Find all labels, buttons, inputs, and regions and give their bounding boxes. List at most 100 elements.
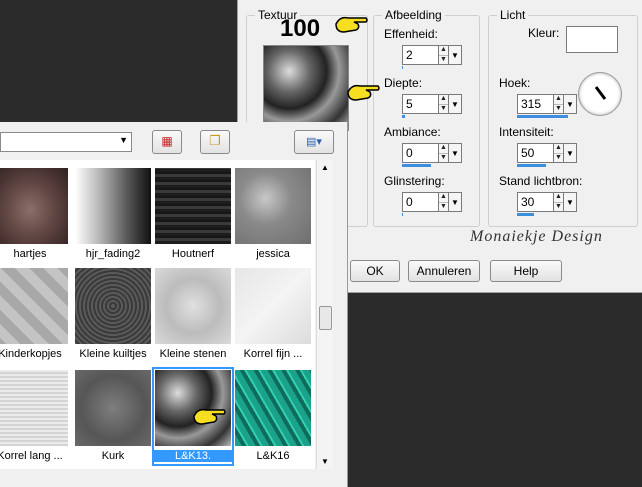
texture-label[interactable]: Korrel fijn ... — [233, 348, 313, 360]
texture-label[interactable]: L&K16 — [233, 450, 313, 462]
texture-label[interactable]: L&K13. — [153, 450, 233, 462]
spin-value[interactable]: 315 — [517, 94, 553, 114]
texture-label[interactable]: Kurk — [73, 450, 153, 462]
texture-presets-icon: ▦ — [161, 134, 173, 148]
texture-thumbnail[interactable] — [75, 168, 151, 244]
texture-thumbnail[interactable] — [0, 268, 68, 344]
texture-label[interactable]: Houtnerf — [153, 248, 233, 260]
field-label: Intensiteit: — [499, 125, 554, 139]
spin-control[interactable]: 0 ▲ ▼ ▼ — [402, 143, 462, 163]
image-group-label: Afbeelding — [382, 8, 445, 22]
spin-control[interactable]: 50 ▲ ▼ ▼ — [517, 143, 577, 163]
spin-control[interactable]: 2 ▲ ▼ ▼ — [402, 45, 462, 65]
texture-thumbnail[interactable] — [0, 168, 68, 244]
arrow-down-icon[interactable]: ▼ — [554, 105, 563, 114]
arrow-up-icon[interactable]: ▲ — [439, 46, 448, 56]
watermark: Monaiekje Design — [470, 228, 603, 245]
texture-thumbnail[interactable] — [155, 168, 231, 244]
thumbnail-grid: hartjes hjr_fading2 Houtnerf jessica Kinderk… — [0, 160, 315, 469]
light-group-label: Licht — [497, 8, 529, 22]
arrow-up-icon[interactable]: ▲ — [439, 95, 448, 105]
arrow-down-icon[interactable]: ▼ — [439, 154, 448, 163]
dropdown-arrow-icon[interactable]: ▼ — [564, 192, 577, 212]
texture-thumbnail[interactable] — [155, 268, 231, 344]
spin-arrows[interactable]: ▲ ▼ — [438, 192, 449, 212]
pointing-hand-icon — [193, 408, 226, 425]
spin-value[interactable]: 2 — [402, 45, 438, 65]
folder-select[interactable]: ▼ — [0, 132, 132, 152]
arrow-up-icon[interactable]: ▲ — [554, 144, 563, 154]
texture-label[interactable]: Kleine kuiltjes — [73, 348, 153, 360]
texture-thumbnail[interactable] — [235, 370, 311, 446]
folder-button[interactable]: ❐ — [200, 130, 230, 154]
field-label: Effenheid: — [384, 27, 438, 41]
spin-arrows[interactable]: ▲ ▼ — [553, 192, 564, 212]
texture-thumbnail[interactable] — [235, 168, 311, 244]
texture-thumbnail[interactable] — [235, 268, 311, 344]
spin-value[interactable]: 50 — [517, 143, 553, 163]
spin-value[interactable]: 5 — [402, 94, 438, 114]
dropdown-arrow-icon[interactable]: ▼ — [564, 94, 577, 114]
dropdown-arrow-icon[interactable]: ▼ — [449, 143, 462, 163]
spin-value[interactable]: 0 — [402, 143, 438, 163]
texture-label[interactable]: Kleine stenen — [153, 348, 233, 360]
arrow-down-icon[interactable]: ▼ — [554, 154, 563, 163]
texture-label[interactable]: Kinderkopjes — [0, 348, 70, 360]
texture-browser: ▼ ▦ ❐ ▤▾ hartjes hjr_fading2 Houtnerf jessi… — [0, 122, 348, 487]
texture-presets-button[interactable]: ▦ — [152, 130, 182, 154]
texture-thumbnail[interactable] — [75, 268, 151, 344]
spin-arrows[interactable]: ▲ ▼ — [438, 94, 449, 114]
chevron-down-icon: ▼ — [119, 135, 128, 145]
spin-arrows[interactable]: ▲ ▼ — [553, 94, 564, 114]
texture-label[interactable]: Korrel lang ... — [0, 450, 70, 462]
spin-control[interactable]: 0 ▲ ▼ ▼ — [402, 192, 462, 212]
value-bar — [517, 164, 546, 167]
arrow-down-icon[interactable]: ▼ — [439, 203, 448, 212]
spin-arrows[interactable]: ▲ ▼ — [438, 143, 449, 163]
help-button[interactable]: Help — [490, 260, 562, 282]
spin-value[interactable]: 30 — [517, 192, 553, 212]
view-options-button[interactable]: ▤▾ — [294, 130, 334, 154]
field-label: Diepte: — [384, 76, 423, 90]
texture-label[interactable]: hjr_fading2 — [73, 248, 153, 260]
field-label: Stand lichtbron: — [499, 174, 583, 188]
spin-arrows[interactable]: ▲ ▼ — [438, 45, 449, 65]
arrow-down-icon[interactable]: ▼ — [439, 56, 448, 65]
texture-label[interactable]: hartjes — [0, 248, 70, 260]
texture-label[interactable]: jessica — [233, 248, 313, 260]
spin-value[interactable]: 0 — [402, 192, 438, 212]
light-color-swatch[interactable] — [566, 26, 618, 53]
dropdown-arrow-icon[interactable]: ▼ — [564, 143, 577, 163]
dial-icon[interactable] — [578, 72, 622, 116]
folder-icon: ❐ — [209, 133, 221, 148]
scroll-up-icon[interactable]: ▲ — [321, 163, 329, 172]
arrow-up-icon[interactable]: ▲ — [554, 193, 563, 203]
vertical-scrollbar[interactable]: ▲ ▼ — [316, 160, 333, 469]
dropdown-arrow-icon[interactable]: ▼ — [449, 45, 462, 65]
dropdown-arrow-icon[interactable]: ▼ — [449, 192, 462, 212]
dropdown-arrow-icon[interactable]: ▼ — [449, 94, 462, 114]
arrow-up-icon[interactable]: ▲ — [439, 144, 448, 154]
value-bar — [402, 66, 403, 69]
arrow-down-icon[interactable]: ▼ — [554, 203, 563, 212]
value-bar — [402, 213, 403, 216]
spin-control[interactable]: 315 ▲ ▼ ▼ — [517, 94, 577, 114]
arrow-down-icon[interactable]: ▼ — [439, 105, 448, 114]
scroll-down-icon[interactable]: ▼ — [321, 457, 329, 466]
value-bar — [517, 213, 534, 216]
cancel-button[interactable]: Annuleren — [408, 260, 480, 282]
texture-preview[interactable] — [263, 45, 349, 131]
scroll-thumb[interactable] — [319, 306, 332, 330]
arrow-up-icon[interactable]: ▲ — [439, 193, 448, 203]
spin-control[interactable]: 5 ▲ ▼ ▼ — [402, 94, 462, 114]
spin-arrows[interactable]: ▲ ▼ — [553, 143, 564, 163]
spin-control[interactable]: 30 ▲ ▼ ▼ — [517, 192, 577, 212]
ok-button[interactable]: OK — [350, 260, 400, 282]
field-label: Glinstering: — [384, 174, 445, 188]
pointing-hand-icon — [335, 16, 368, 33]
arrow-up-icon[interactable]: ▲ — [554, 95, 563, 105]
value-bar — [517, 115, 568, 118]
texture-thumbnail[interactable] — [75, 370, 151, 446]
view-toggle-icon: ▤▾ — [306, 136, 322, 148]
texture-thumbnail[interactable] — [0, 370, 68, 446]
